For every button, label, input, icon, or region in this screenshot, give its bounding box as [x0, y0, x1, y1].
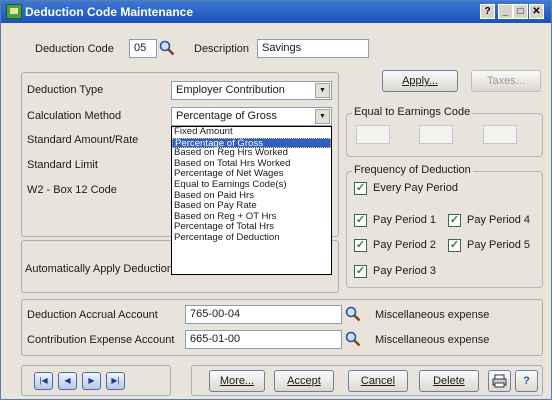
next-record-icon[interactable]: ▶	[82, 372, 101, 390]
earnings-code-field-2[interactable]	[419, 125, 453, 144]
app-icon	[6, 4, 22, 19]
deduction-type-select[interactable]: Employer Contribution ▼	[171, 81, 332, 100]
minimize-button[interactable]: _	[498, 4, 513, 19]
help-icon: ?	[523, 375, 530, 387]
pay-period-5-label: Pay Period 5	[467, 239, 530, 251]
calculation-method-label: Calculation Method	[27, 110, 122, 122]
apply-button[interactable]: Apply...	[382, 70, 458, 92]
pay-period-1-checkbox[interactable]: ✓	[354, 214, 367, 227]
accrual-account-description: Miscellaneous expense	[375, 309, 490, 321]
print-button[interactable]	[488, 370, 511, 392]
contribution-account-description: Miscellaneous expense	[375, 334, 490, 346]
accept-button-label: Accept	[287, 375, 321, 387]
first-record-icon[interactable]: |◀	[34, 372, 53, 390]
last-record-icon[interactable]: ▶|	[106, 372, 125, 390]
pay-period-3-label: Pay Period 3	[373, 265, 436, 277]
deduction-code-label: Deduction Code	[35, 43, 114, 55]
previous-record-icon[interactable]: ◀	[58, 372, 77, 390]
contribution-account-label: Contribution Expense Account	[27, 334, 175, 346]
accrual-lookup-icon[interactable]	[345, 306, 361, 322]
close-button[interactable]: ✕	[529, 4, 544, 19]
pay-period-4-label: Pay Period 4	[467, 214, 530, 226]
pay-period-3-checkbox[interactable]: ✓	[354, 265, 367, 278]
more-button[interactable]: More...	[209, 370, 265, 392]
description-field[interactable]: Savings	[257, 39, 369, 58]
earnings-code-field-3[interactable]	[483, 125, 517, 144]
calculation-option[interactable]: Equal to Earnings Code(s)	[172, 179, 331, 191]
pay-period-2-checkbox[interactable]: ✓	[354, 239, 367, 252]
standard-limit-label: Standard Limit	[27, 159, 98, 171]
help-title-button[interactable]: ?	[480, 4, 495, 19]
help-button[interactable]: ?	[515, 370, 538, 392]
chevron-down-icon[interactable]: ▼	[315, 109, 330, 124]
description-label: Description	[194, 43, 250, 55]
calculation-option[interactable]: Fixed Amount	[172, 126, 331, 138]
pay-period-1-label: Pay Period 1	[373, 214, 436, 226]
contribution-lookup-icon[interactable]	[345, 331, 361, 347]
calculation-option[interactable]: Percentage of Deduction	[172, 232, 331, 244]
window-title: Deduction Code Maintenance	[25, 5, 194, 19]
calculation-method-value: Percentage of Gross	[176, 110, 277, 122]
calculation-method-dropdown[interactable]: Fixed Amount Percentage of Gross Based on …	[171, 126, 332, 275]
pay-period-2-label: Pay Period 2	[373, 239, 436, 251]
accept-button[interactable]: Accept	[274, 370, 334, 392]
printer-icon	[492, 374, 507, 388]
standard-amount-label: Standard Amount/Rate	[27, 134, 139, 146]
accrual-account-label: Deduction Accrual Account	[27, 309, 158, 321]
deduction-code-field[interactable]: 05	[129, 39, 157, 58]
calculation-method-select[interactable]: Percentage of Gross ▼	[171, 107, 332, 126]
deduction-code-maintenance-window: Deduction Code Maintenance ? _ □ ✕ Deduc…	[0, 0, 552, 400]
delete-button[interactable]: Delete	[419, 370, 479, 392]
earnings-code-field-1[interactable]	[356, 125, 390, 144]
every-pay-period-label: Every Pay Period	[373, 182, 458, 194]
contribution-account-field[interactable]: 665-01-00	[185, 330, 342, 349]
auto-apply-label: Automatically Apply Deduction	[25, 263, 171, 275]
pay-period-4-checkbox[interactable]: ✓	[448, 214, 461, 227]
cancel-button-label: Cancel	[360, 375, 396, 387]
cancel-button[interactable]: Cancel	[348, 370, 408, 392]
maximize-button[interactable]: □	[513, 4, 528, 19]
deduction-type-label: Deduction Type	[27, 84, 104, 96]
deduction-code-lookup-icon[interactable]	[159, 40, 175, 56]
delete-button-label: Delete	[433, 375, 465, 387]
pay-period-5-checkbox[interactable]: ✓	[448, 239, 461, 252]
chevron-down-icon[interactable]: ▼	[315, 83, 330, 98]
taxes-button[interactable]: Taxes...	[471, 70, 541, 92]
title-bar: Deduction Code Maintenance ? _ □ ✕	[1, 1, 551, 23]
apply-button-label: Apply...	[402, 75, 438, 87]
every-pay-period-checkbox[interactable]: ✓	[354, 182, 367, 195]
taxes-button-label: Taxes...	[487, 75, 525, 87]
equal-to-earnings-title: Equal to Earnings Code	[352, 106, 473, 118]
w2-box-label: W2 - Box 12 Code	[27, 184, 117, 196]
frequency-title: Frequency of Deduction	[352, 164, 473, 176]
accrual-account-field[interactable]: 765-00-04	[185, 305, 342, 324]
deduction-type-value: Employer Contribution	[176, 84, 285, 96]
more-button-label: More...	[219, 375, 255, 387]
